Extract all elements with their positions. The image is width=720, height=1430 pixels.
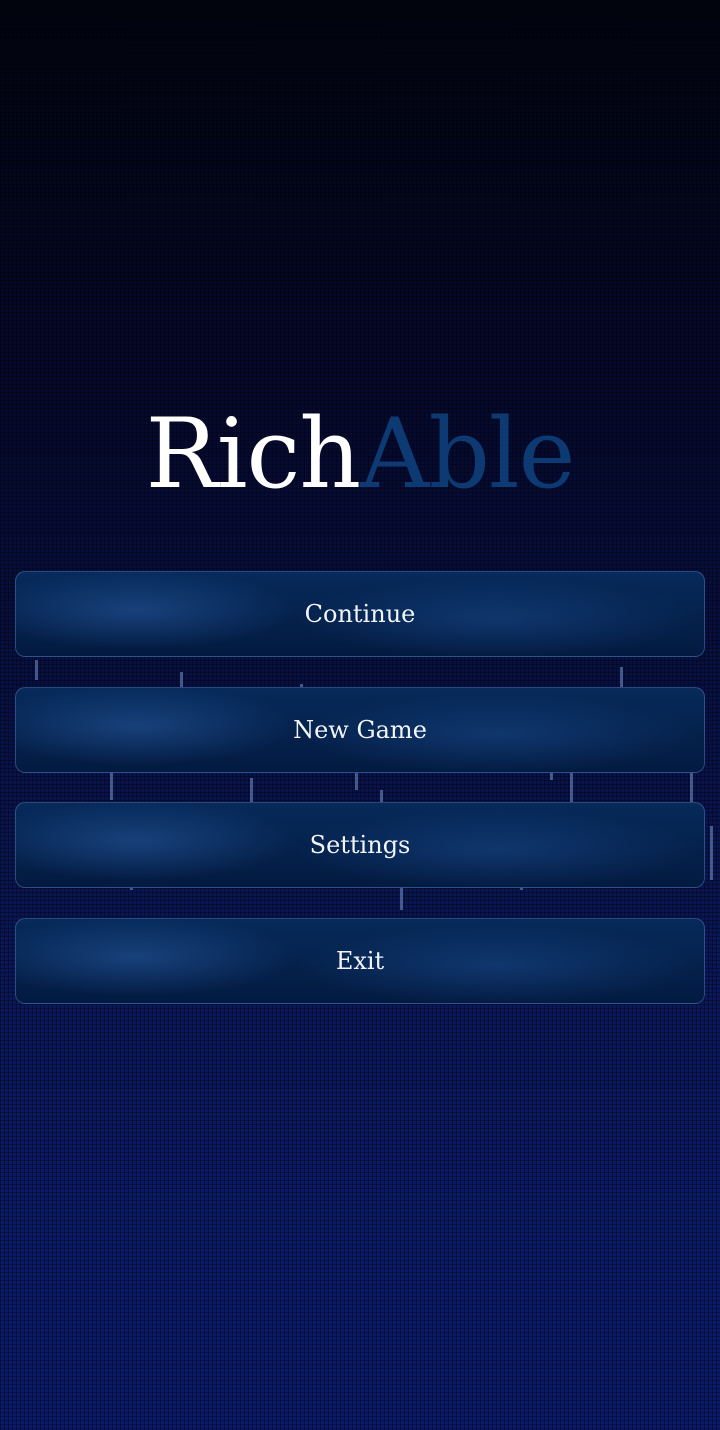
logo-rich: Rich (145, 398, 362, 510)
game-logo: RichAble (0, 398, 720, 510)
new-game-button[interactable]: New Game (15, 687, 705, 773)
settings-button[interactable]: Settings (15, 802, 705, 888)
ticker-bar (710, 826, 713, 880)
continue-button[interactable]: Continue (15, 571, 705, 657)
exit-button[interactable]: Exit (15, 918, 705, 1004)
ticker-bar (35, 660, 38, 680)
logo-able: Able (360, 398, 575, 510)
